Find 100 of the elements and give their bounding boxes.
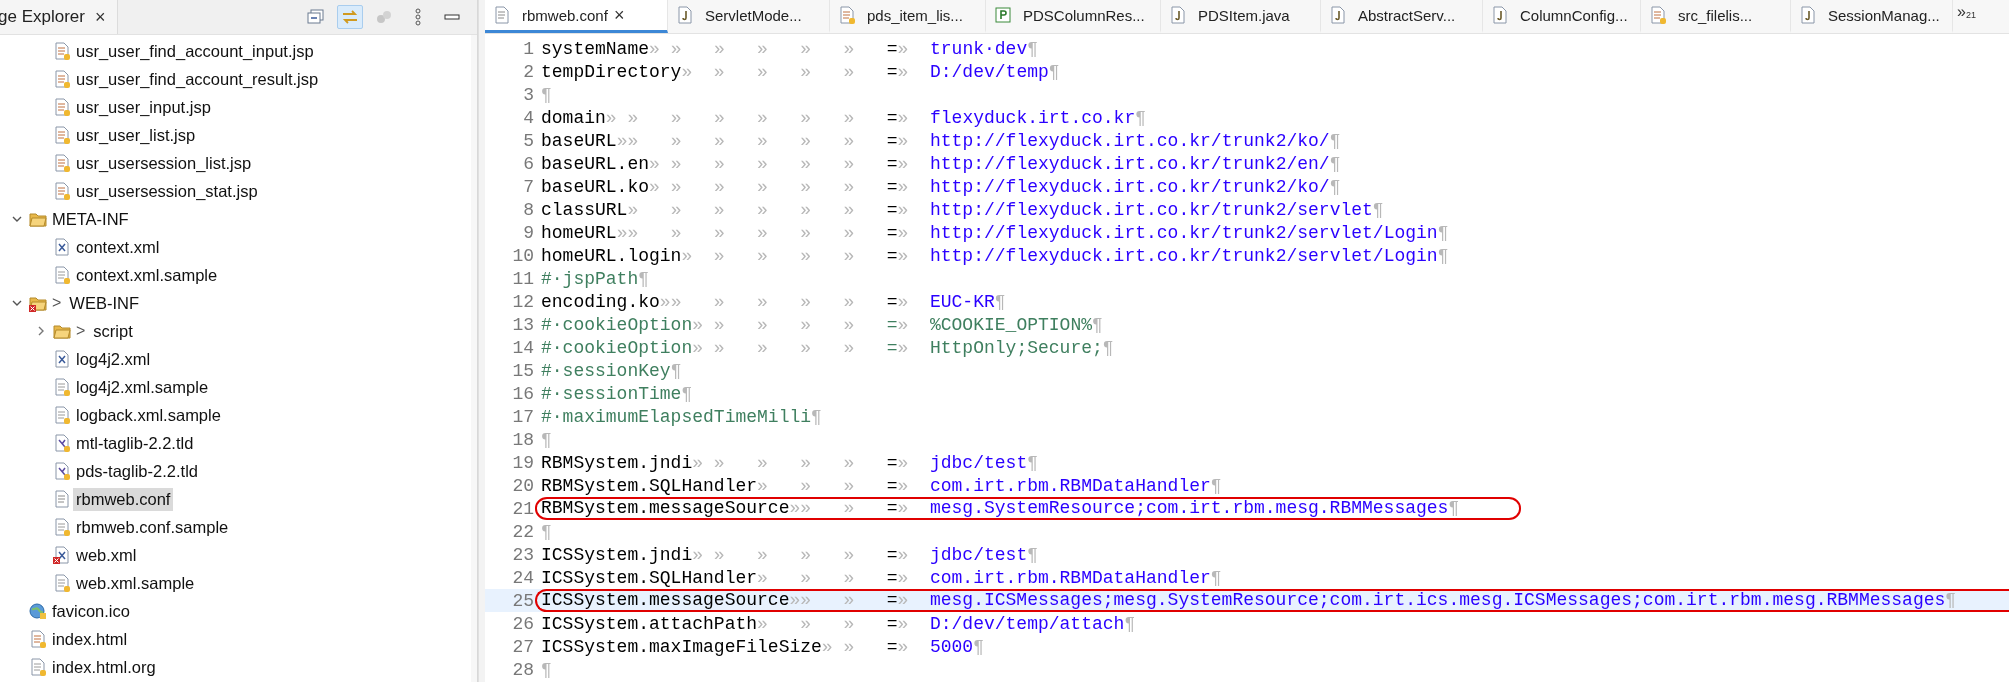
- tree-item[interactable]: log4j2.xml: [73, 347, 154, 371]
- tree-item[interactable]: WEB-INF: [66, 291, 142, 315]
- folder-icon: [53, 322, 71, 340]
- tree-item[interactable]: usr_usersession_stat.jsp: [73, 179, 261, 203]
- tree-item[interactable]: usr_user_list.jsp: [73, 123, 199, 147]
- tree-item[interactable]: script: [90, 319, 136, 343]
- editor-tab[interactable]: ServletMode...: [668, 0, 830, 33]
- line-number: 5: [522, 130, 535, 151]
- tree-item[interactable]: rbmweb.conf: [73, 487, 174, 511]
- line-number: 4: [522, 107, 535, 128]
- line-number: 6: [522, 153, 535, 174]
- java-file-icon: [1169, 6, 1187, 24]
- tree-item[interactable]: index.html: [49, 627, 131, 651]
- line-number: 20: [511, 475, 535, 496]
- line-number: 22: [511, 521, 535, 542]
- file-icon: [53, 126, 71, 144]
- tree-item[interactable]: pds-taglib-2.2.tld: [73, 459, 201, 483]
- file-icon: [53, 574, 71, 592]
- close-button[interactable]: ×: [94, 6, 106, 28]
- tree-item[interactable]: web.xml.sample: [73, 571, 198, 595]
- minimize-icon: [444, 13, 460, 21]
- code-line: #·cookieOption» » » » » =» HttpOnly;Secure;¶: [541, 337, 1114, 358]
- file-icon: [53, 266, 71, 284]
- tree-item[interactable]: rbmweb.conf.sample: [73, 515, 232, 539]
- tree-item[interactable]: web.xml: [73, 543, 140, 567]
- editor-tab[interactable]: ColumnConfig...: [1483, 0, 1641, 33]
- tree-item[interactable]: usr_user_input.jsp: [73, 95, 214, 119]
- line-number: 19: [511, 452, 535, 473]
- line-number: 7: [522, 176, 535, 197]
- collapse-all-icon: [307, 9, 325, 25]
- file-icon: [53, 70, 71, 88]
- tree-item[interactable]: usr_usersession_list.jsp: [73, 151, 255, 175]
- line-number: 26: [511, 613, 535, 634]
- line-number: 9: [522, 222, 535, 243]
- line-number: 1: [522, 38, 535, 59]
- change-marker: >: [52, 294, 62, 312]
- folder-icon: [29, 210, 47, 228]
- editor-tab[interactable]: pds_item_lis...: [830, 0, 986, 33]
- line-number: 23: [511, 544, 535, 565]
- line-number: 24: [511, 567, 535, 588]
- toolbar-button[interactable]: [337, 5, 363, 29]
- tree-item[interactable]: mtl-taglib-2.2.tld: [73, 431, 197, 455]
- code-line: systemName» » » » » » =» trunk·dev¶: [541, 38, 1038, 59]
- file-icon: [53, 182, 71, 200]
- line-number: 14: [511, 337, 535, 358]
- file-icon: [838, 6, 856, 24]
- tree-item[interactable]: index.html.org: [49, 655, 159, 679]
- line-number: 8: [522, 199, 535, 220]
- globe-icon: [29, 602, 47, 620]
- tree-item[interactable]: favicon.ico: [49, 599, 133, 623]
- more-tabs-button[interactable]: »21: [1953, 0, 1976, 33]
- code-line: baseURL.ko» » » » » » =» http://flexyduck.irt.co.kr/trunk2/ko/¶: [541, 176, 1341, 197]
- file-icon: [53, 434, 71, 452]
- code-line: baseURL»» » » » » » =» http://flexyduck.irt.co.kr/trunk2/ko/¶: [541, 130, 1341, 151]
- tree-item[interactable]: usr_user_find_account_input.jsp: [73, 39, 317, 63]
- editor-tab[interactable]: PDSItem.java: [1161, 0, 1321, 33]
- close-button[interactable]: ×: [613, 4, 625, 26]
- tree-item[interactable]: META-INF: [49, 207, 132, 231]
- link-editor-icon: [341, 9, 359, 25]
- code-line: tempDirectory» » » » » =» D:/dev/temp¶: [541, 61, 1060, 82]
- tree-item[interactable]: logback.xml.sample: [73, 403, 224, 427]
- editor-tab[interactable]: AbstractServ...: [1321, 0, 1483, 33]
- file-icon: [53, 98, 71, 116]
- file-icon: [53, 462, 71, 480]
- file-icon: [53, 546, 71, 564]
- menu-icon: [414, 8, 422, 26]
- editor-tab[interactable]: PDSColumnRes...: [986, 0, 1161, 33]
- line-number: 27: [511, 636, 535, 657]
- tree-item[interactable]: context.xml.sample: [73, 263, 221, 287]
- line-number: 11: [511, 268, 535, 289]
- code-line: ICSSystem.messageSource»» » =» mesg.ICSMessages;mesg.SystemResource;com.irt.ics.mesg.ICSMessages;com.irt.rbm.mesg.RBMMessages¶: [541, 591, 1957, 610]
- editor-tab[interactable]: SessionManag...: [1791, 0, 1953, 33]
- code-line: RBMSystem.jndi» » » » » =» jdbc/test¶: [541, 452, 1038, 473]
- code-line: ICSSystem.jndi» » » » » =» jdbc/test¶: [541, 544, 1038, 565]
- code-line: homeURL»» » » » » » =» http://flexyduck.irt.co.kr/trunk2/servlet/Login¶: [541, 222, 1449, 243]
- code-line: ICSSystem.SQLHandler» » » =» com.irt.rbm.RBMDataHandler¶: [541, 567, 1222, 588]
- java-file-icon: [1491, 6, 1509, 24]
- code-line: ICSSystem.maxImageFileSize» » =» 5000¶: [541, 636, 984, 657]
- change-marker: >: [76, 322, 86, 340]
- line-number: 16: [511, 383, 535, 404]
- focus-icon: [375, 9, 393, 25]
- tree-item[interactable]: log4j2.xml.sample: [73, 375, 212, 399]
- file-icon: [53, 350, 71, 368]
- editor-tab[interactable]: rbmweb.conf ×: [485, 0, 668, 33]
- code-line: ¶: [541, 429, 552, 450]
- line-number: 18: [511, 429, 535, 450]
- code-line: baseURL.en» » » » » » =» http://flexyduck.irt.co.kr/trunk2/en/¶: [541, 153, 1341, 174]
- line-number: 21: [511, 498, 535, 519]
- line-number: 2: [522, 61, 535, 82]
- tree-item[interactable]: usr_user_find_account_result.jsp: [73, 67, 322, 91]
- folder-icon: [29, 294, 47, 312]
- file-icon: [493, 6, 511, 24]
- file-icon: [1649, 6, 1667, 24]
- tree-item[interactable]: context.xml: [73, 235, 163, 259]
- file-icon: [53, 154, 71, 172]
- line-number: 17: [511, 406, 535, 427]
- editor-tab[interactable]: src_filelis...: [1641, 0, 1791, 33]
- code-line: #·maximumElapsedTimeMilli¶: [541, 406, 822, 427]
- line-number: 3: [522, 84, 535, 105]
- code-line: #·jspPath¶: [541, 268, 650, 289]
